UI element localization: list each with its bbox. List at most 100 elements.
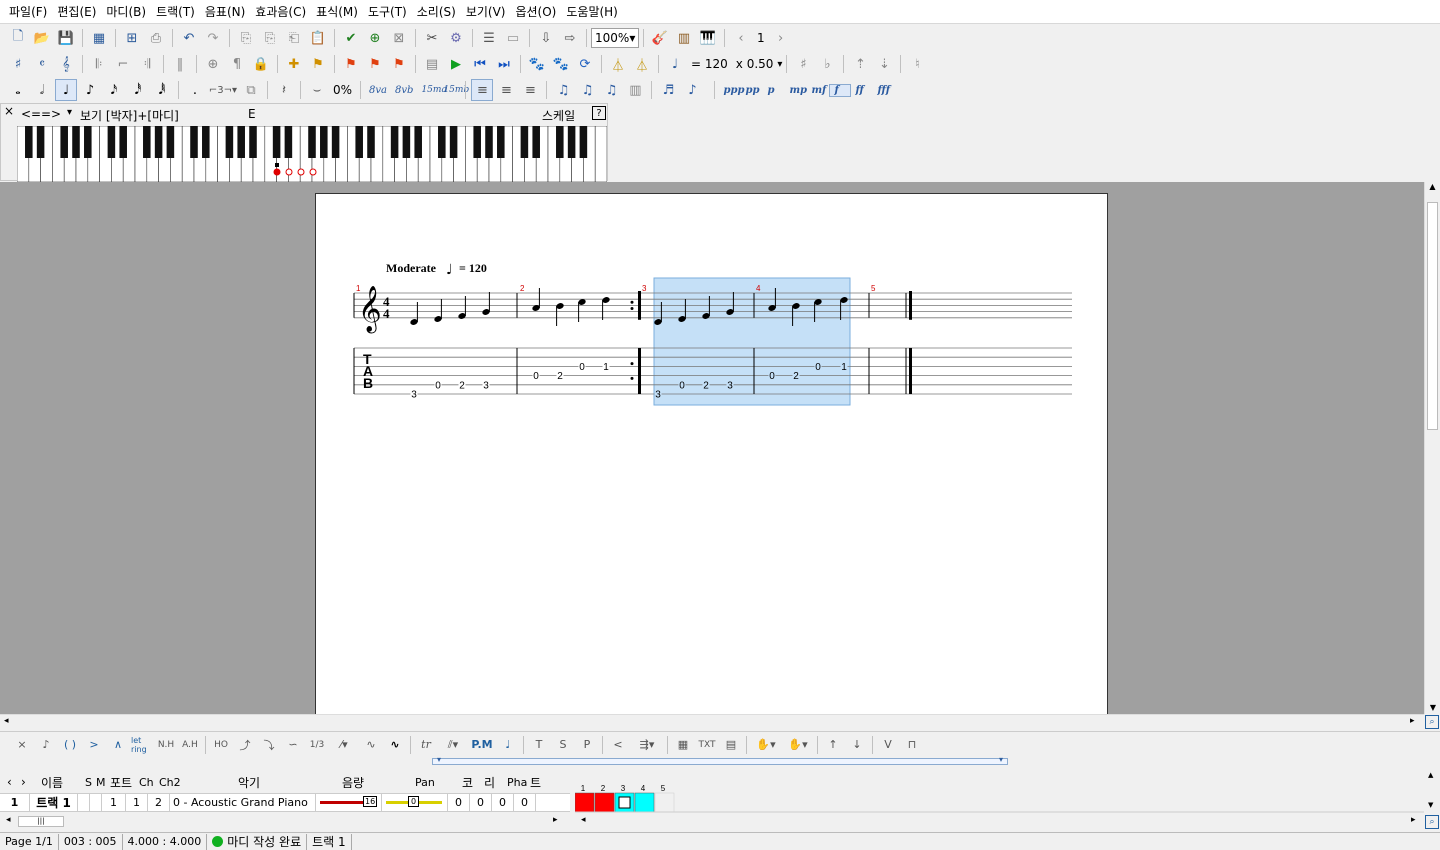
align-left-icon[interactable]: ≡: [471, 79, 494, 101]
auto-beam-icon[interactable]: ♫: [552, 79, 574, 101]
menu-item-4[interactable]: 음표(N): [200, 0, 250, 24]
piano-black-key[interactable]: [308, 126, 316, 158]
heavy-accent-icon[interactable]: ∧: [107, 734, 129, 756]
menu-item-10[interactable]: 옵션(O): [510, 0, 561, 24]
menu-item-8[interactable]: 소리(S): [412, 0, 461, 24]
menu-item-11[interactable]: 도움말(H): [561, 0, 623, 24]
piano-black-key[interactable]: [567, 126, 576, 158]
scroll-up-icon[interactable]: ▲: [1428, 771, 1433, 779]
dynamic-mp-button[interactable]: mp: [785, 85, 807, 96]
print-icon[interactable]: ⎙: [145, 27, 167, 49]
track-phaser[interactable]: 0: [492, 793, 514, 812]
track-prev-icon[interactable]: ‹: [7, 775, 12, 789]
scale-button[interactable]: 스케일: [542, 107, 575, 124]
timeline-vscroll[interactable]: ▲ ▼: [1424, 771, 1440, 815]
insert-marker-icon[interactable]: ✚: [283, 53, 305, 75]
scroll-right-icon[interactable]: ▸: [1411, 815, 1416, 825]
piano-black-key[interactable]: [331, 126, 340, 158]
piano-black-key[interactable]: [367, 126, 375, 158]
scroll-right-icon[interactable]: ▸: [553, 815, 558, 825]
slide-select-icon[interactable]: ⁄▾: [330, 734, 358, 756]
piano-next-button[interactable]: =>: [41, 107, 61, 121]
tab-fret-number[interactable]: 3: [727, 380, 733, 391]
align-center-icon[interactable]: ≡: [495, 79, 517, 101]
play-icon[interactable]: ▶: [445, 53, 467, 75]
tuplet-icon[interactable]: ⌐3¬▾: [208, 79, 238, 101]
tab-fret-number[interactable]: 0: [435, 380, 441, 391]
stroke-icon[interactable]: ⇶▾: [631, 734, 663, 756]
slide-icon[interactable]: ∽: [282, 734, 304, 756]
ottava-8vb-button[interactable]: 8vb: [391, 85, 417, 96]
track-row[interactable]: 1 트랙 1 1 1 2 0 - Acoustic Grand Piano 16…: [0, 793, 570, 812]
piano-black-key[interactable]: [166, 126, 175, 158]
piano-black-key[interactable]: [402, 126, 411, 158]
whole-note-icon[interactable]: 𝅝: [7, 79, 29, 101]
piano-black-key[interactable]: [414, 126, 422, 158]
piano-black-key[interactable]: [473, 126, 481, 158]
ottava-15ma-button[interactable]: 15ma: [417, 85, 446, 95]
bend-icon[interactable]: ⤴: [234, 734, 256, 756]
piano-black-key[interactable]: [579, 126, 588, 158]
octave-down-icon[interactable]: ⇣: [873, 53, 895, 75]
flag-next-icon[interactable]: ⚑: [388, 53, 410, 75]
piano-black-key[interactable]: [485, 126, 493, 158]
paragraph-icon[interactable]: ¶: [226, 53, 248, 75]
piano-black-key[interactable]: [119, 126, 127, 158]
paw-alt-icon[interactable]: 🐾: [550, 53, 572, 75]
slap-icon[interactable]: S: [552, 734, 574, 756]
tab-fret-number[interactable]: 0: [533, 371, 539, 382]
new-file-icon[interactable]: 🗋: [7, 27, 29, 49]
add-measure-icon[interactable]: ⊕: [364, 27, 386, 49]
menu-item-2[interactable]: 마디(B): [101, 0, 151, 24]
downstroke-icon[interactable]: ⊓: [901, 734, 923, 756]
vertical-scrollbar[interactable]: ▲ ▼: [1424, 182, 1440, 714]
track-chorus[interactable]: 0: [448, 793, 470, 812]
piano-prev-button[interactable]: <=: [21, 107, 41, 121]
time-signature-icon[interactable]: 𝄴: [31, 53, 53, 75]
grace-note-icon[interactable]: ♪: [35, 734, 57, 756]
loop-icon[interactable]: ⟳: [574, 53, 596, 75]
ottava-8va-button[interactable]: 8va: [365, 85, 391, 96]
save-icon[interactable]: 💾: [55, 27, 77, 49]
piano-black-key[interactable]: [556, 126, 564, 158]
zoom-magnifier-icon[interactable]: ⌕: [1425, 815, 1439, 829]
cut-measure-icon[interactable]: ⎘: [235, 27, 257, 49]
tab-fret-number[interactable]: 3: [411, 390, 417, 401]
dot-icon[interactable]: .: [184, 79, 206, 101]
tab-fret-number[interactable]: 0: [815, 362, 821, 373]
scroll-right-icon[interactable]: ▸: [1410, 716, 1415, 726]
tab-fret-number[interactable]: 3: [483, 380, 489, 391]
menu-item-5[interactable]: 효과음(C): [250, 0, 311, 24]
dead-note-icon[interactable]: ×: [11, 734, 33, 756]
tap-icon[interactable]: T: [528, 734, 550, 756]
metronome-settings-icon[interactable]: ▤: [421, 53, 443, 75]
octave-up-icon[interactable]: ⇡: [849, 53, 871, 75]
menu-item-3[interactable]: 트랙(T): [151, 0, 200, 24]
close-icon[interactable]: ×: [4, 104, 14, 118]
mixer-icon[interactable]: ▤: [720, 734, 742, 756]
piano-white-key[interactable]: [594, 126, 607, 182]
piano-black-key[interactable]: [438, 126, 446, 158]
piano-black-key[interactable]: [237, 126, 245, 158]
wide-vibrato-icon[interactable]: ∿: [384, 734, 406, 756]
track-next-icon[interactable]: ›: [21, 775, 26, 789]
scissors-icon[interactable]: ✂: [421, 27, 443, 49]
half-note-icon[interactable]: 𝅗𝅥: [31, 79, 53, 101]
scroll-thumb[interactable]: |||: [18, 816, 64, 827]
auto-stem-icon[interactable]: ♬: [657, 79, 679, 101]
chevron-down-icon[interactable]: ▾: [777, 59, 782, 70]
marker-list-icon[interactable]: ⚑: [307, 53, 329, 75]
score-svg[interactable]: Moderate ♩ = 120𝄞 44TAB1 2 3 4 530 2 30 20 130 2 30 20…: [316, 194, 1109, 714]
palm-mute-icon[interactable]: P.M: [469, 734, 495, 756]
release-icon[interactable]: ⤵: [258, 734, 280, 756]
piano-black-key[interactable]: [225, 126, 234, 158]
accent-icon[interactable]: >: [83, 734, 105, 756]
dynamic-ppp-button[interactable]: ppp: [719, 85, 744, 96]
menu-item-0[interactable]: 파일(F): [4, 0, 52, 24]
properties-icon[interactable]: ▦: [88, 27, 110, 49]
piano-black-key[interactable]: [107, 126, 116, 158]
piano-black-key[interactable]: [390, 126, 399, 158]
vibrato-icon[interactable]: ∿: [360, 734, 382, 756]
right-hand-icon[interactable]: ✋▾: [783, 734, 813, 756]
double-bar-icon[interactable]: ‖: [169, 53, 191, 75]
